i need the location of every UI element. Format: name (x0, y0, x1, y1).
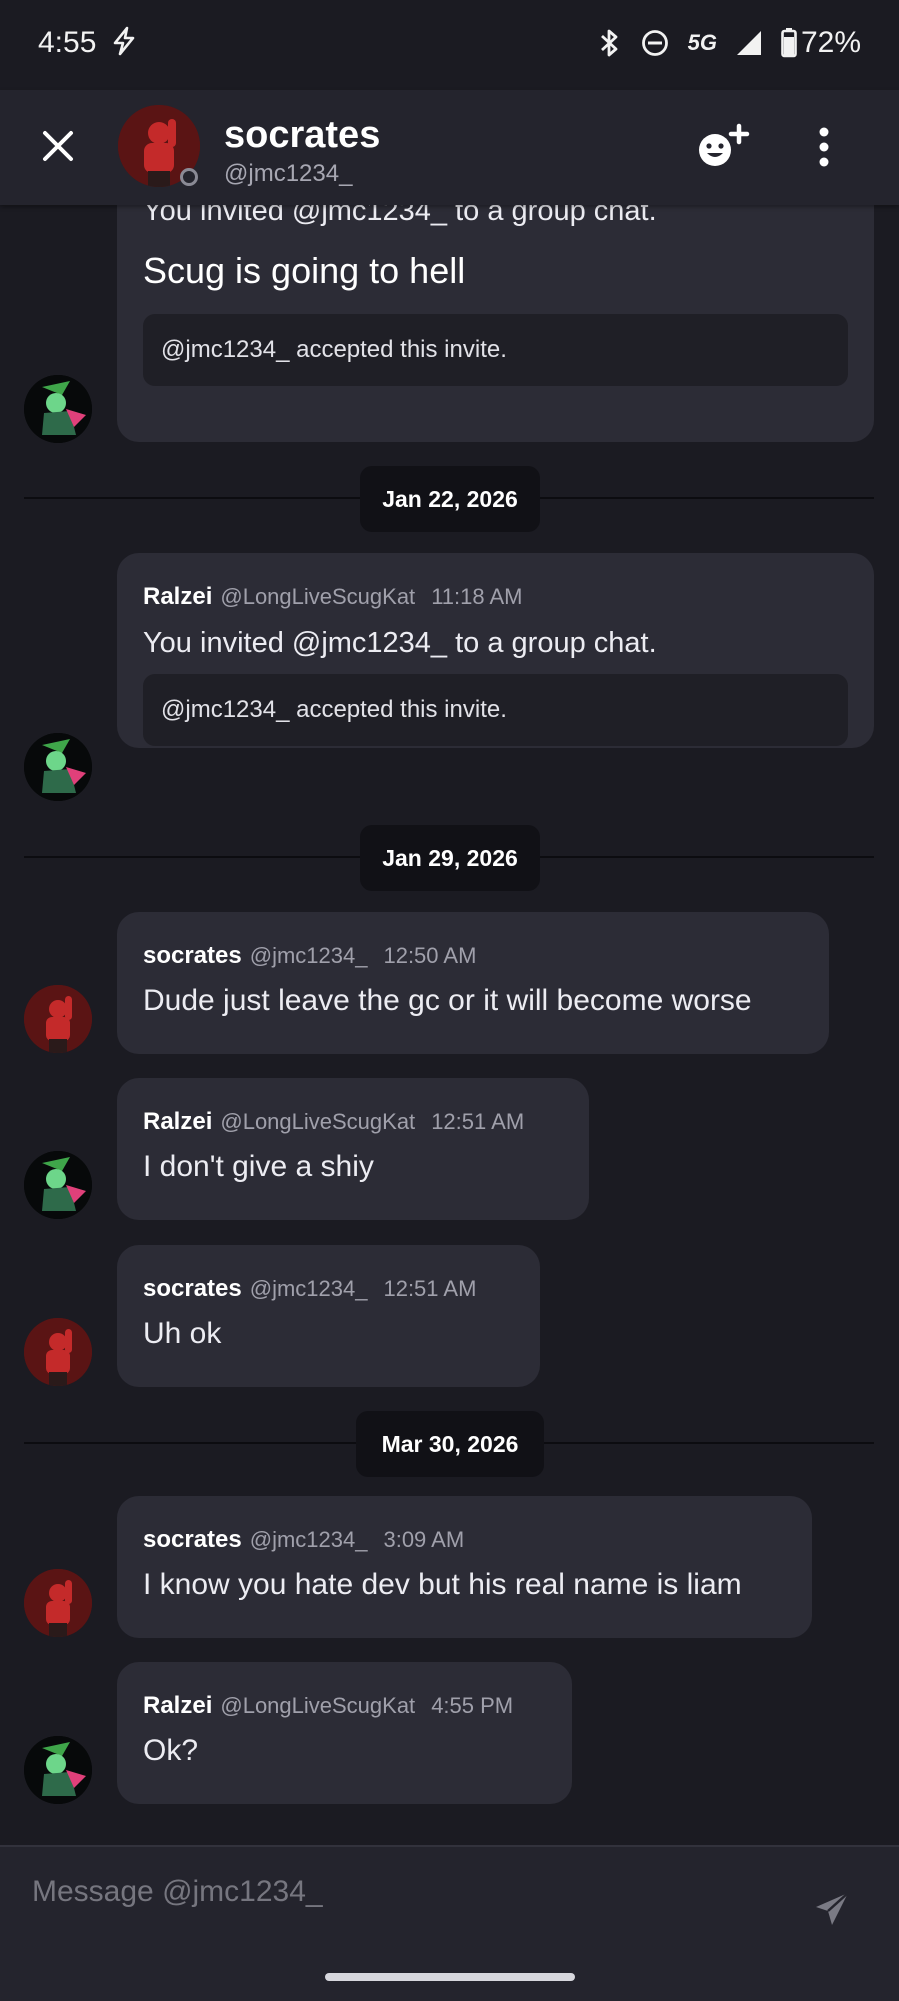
date-divider: Mar 30, 2026 (356, 1411, 544, 1477)
message-input[interactable]: Message @jmc1234_ (32, 1875, 323, 1909)
network-label: 5G (687, 30, 717, 55)
avatar[interactable] (24, 1151, 92, 1219)
message-time: 11:18 AM (431, 584, 523, 609)
message-meta: socrates @jmc1234_ 3:09 AM (143, 1526, 786, 1554)
accepted-text: @jmc1234_ accepted this invite. (161, 336, 507, 363)
ralzei-avatar-image (24, 733, 92, 801)
status-bar: 4:55 5G 72% (0, 0, 899, 90)
message-meta: Ralzei @LongLiveScugKat 12:51 AM (143, 1108, 563, 1136)
battery: 72% (781, 26, 861, 60)
message-meta: Ralzei @LongLiveScugKat 11:18 AM (143, 583, 848, 611)
message-text: Dude just leave the gc or it will become… (143, 984, 752, 1017)
message-author[interactable]: socrates (143, 942, 242, 969)
add-person-emoji-icon (699, 123, 750, 166)
more-options-button[interactable] (810, 122, 838, 172)
socrates-avatar-image (24, 1569, 92, 1637)
add-members-button[interactable] (696, 122, 752, 172)
message-text: Uh ok (143, 1317, 222, 1350)
chat-header: socrates @jmc1234_ (0, 90, 899, 205)
message-list[interactable]: You invited @jmc1234_ to a group chat. S… (0, 205, 899, 1845)
message-text: I don't give a shiy (143, 1150, 374, 1183)
ralzei-avatar-image (24, 1151, 92, 1219)
message-handle: @LongLiveScugKat (220, 1109, 416, 1134)
header-handle: @jmc1234_ (224, 160, 353, 187)
message-composer: Message @jmc1234_ (0, 1845, 899, 2001)
message-time: 12:50 AM (383, 943, 477, 968)
avatar[interactable] (24, 1736, 92, 1804)
message-card[interactable]: socrates @jmc1234_ 12:50 AM Dude just leav… (117, 912, 829, 1054)
message-author[interactable]: Ralzei (143, 583, 212, 610)
invite-card: You invited @jmc1234_ to a group chat. S… (117, 205, 874, 442)
message-author[interactable]: socrates (143, 1526, 242, 1553)
date-label: Mar 30, 2026 (381, 1430, 519, 1457)
date-label: Jan 29, 2026 (382, 844, 518, 871)
date-divider: Jan 29, 2026 (360, 825, 540, 891)
message-card[interactable]: socrates @jmc1234_ 12:51 AM Uh ok (117, 1245, 540, 1387)
avatar[interactable] (24, 733, 92, 801)
avatar[interactable] (24, 985, 92, 1053)
status-time: 4:55 (38, 26, 139, 60)
page-title: socrates (224, 114, 381, 156)
message-input-placeholder: Message @jmc1234_ (32, 1875, 323, 1908)
date-label: Jan 22, 2026 (382, 485, 518, 512)
ralzei-avatar-image (24, 1736, 92, 1804)
message-time: 12:51 AM (383, 1276, 477, 1301)
message-author[interactable]: Ralzei (143, 1108, 212, 1135)
message-time: 4:55 PM (431, 1693, 514, 1718)
invite-text: You invited @jmc1234_ to a group chat. (143, 205, 657, 227)
bluetooth-icon (600, 29, 617, 57)
send-button[interactable] (812, 1889, 852, 1929)
message-card[interactable]: Ralzei @LongLiveScugKat 4:55 PM Ok? (117, 1662, 572, 1804)
message-text: I know you hate dev but his real name is… (143, 1568, 742, 1601)
message-handle: @LongLiveScugKat (220, 1693, 416, 1718)
avatar[interactable] (24, 1318, 92, 1386)
message-card[interactable]: Ralzei @LongLiveScugKat 12:51 AM I don't g… (117, 1078, 589, 1220)
do-not-disturb-icon (641, 30, 668, 56)
status-icons: 5G 72% (598, 26, 861, 60)
message-time: 12:51 AM (431, 1109, 525, 1134)
offline-status-indicator (180, 168, 198, 186)
message-author[interactable]: Ralzei (143, 1692, 212, 1719)
group-name[interactable]: Scug is going to hell (143, 250, 848, 292)
close-icon (43, 131, 73, 161)
message-meta: socrates @jmc1234_ 12:50 AM (143, 942, 803, 970)
close-button[interactable] (38, 126, 78, 166)
message-handle: @jmc1234_ (249, 1276, 368, 1301)
accepted-text: @jmc1234_ accepted this invite. (161, 696, 507, 723)
clock: 4:55 (38, 26, 97, 59)
battery-percent: 72% (800, 26, 861, 59)
message-handle: @jmc1234_ (249, 943, 368, 968)
signal-icon (736, 31, 761, 55)
message-handle: @LongLiveScugKat (220, 584, 416, 609)
date-divider: Jan 22, 2026 (360, 466, 540, 532)
socrates-avatar-image (24, 1318, 92, 1386)
accepted-notice: @jmc1234_ accepted this invite. (143, 314, 848, 386)
message-author[interactable]: socrates (143, 1275, 242, 1302)
ralzei-avatar-image (24, 375, 92, 443)
message-time: 3:09 AM (383, 1527, 465, 1552)
socrates-avatar-image (24, 985, 92, 1053)
battery-icon (781, 28, 797, 58)
message-handle: @jmc1234_ (249, 1527, 368, 1552)
message-text: Ok? (143, 1734, 199, 1767)
send-icon (816, 1892, 849, 1925)
charging-bolt-icon (113, 26, 135, 56)
vertical-dots-icon (819, 127, 829, 167)
accepted-notice: @jmc1234_ accepted this invite. (143, 674, 848, 746)
message-meta: socrates @jmc1234_ 12:51 AM (143, 1275, 514, 1303)
home-indicator[interactable] (325, 1973, 575, 1981)
avatar[interactable] (24, 1569, 92, 1637)
avatar[interactable] (24, 375, 92, 443)
invite-text: You invited @jmc1234_ to a group chat. (143, 627, 657, 659)
message-card[interactable]: socrates @jmc1234_ 3:09 AM I know you hate… (117, 1496, 812, 1638)
message-card[interactable]: Ralzei @LongLiveScugKat 11:18 AM You invit… (117, 553, 874, 748)
message-meta: Ralzei @LongLiveScugKat 4:55 PM (143, 1692, 546, 1720)
